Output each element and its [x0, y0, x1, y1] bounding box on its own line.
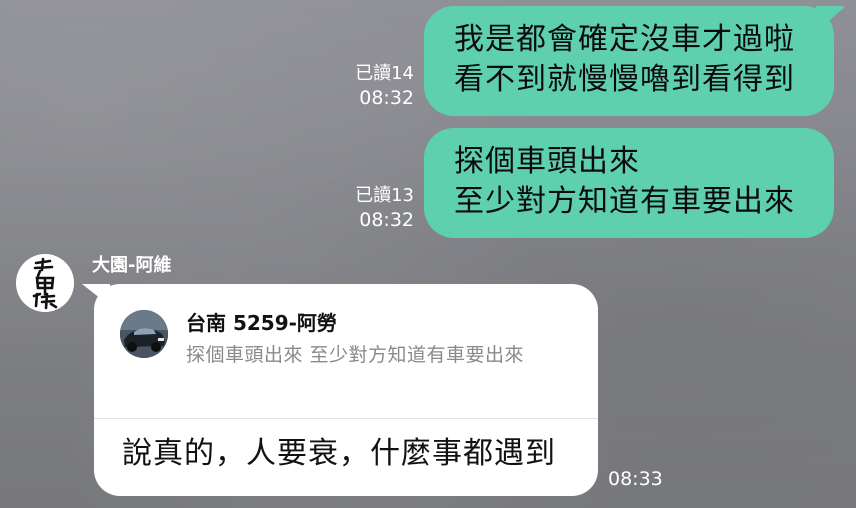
read-status: 已讀14 [355, 63, 414, 84]
reply-divider [94, 418, 598, 419]
outgoing-message-bubble[interactable]: 我是都會確定沒車才過啦 看不到就慢慢嚕到看得到 [424, 6, 834, 116]
message-meta: 已讀14 08:32 [324, 62, 414, 110]
message-time: 08:32 [359, 209, 414, 231]
reply-preview-text: 探個車頭出來 至少對方知道有車要出來 [186, 344, 525, 366]
message-meta: 已讀13 08:32 [324, 184, 414, 232]
message-text: 說真的，人要衰，什麼事都遇到 [122, 436, 556, 471]
message-line: 看不到就慢慢嚕到看得到 [454, 62, 795, 97]
message-line: 我是都會確定沒車才過啦 [454, 22, 795, 57]
calligraphy-avatar-icon[interactable] [16, 254, 74, 312]
car-photo-icon [120, 310, 168, 358]
read-status: 已讀13 [355, 185, 414, 206]
outgoing-message-bubble[interactable]: 探個車頭出來 至少對方知道有車要出來 [424, 128, 834, 238]
sender-name: 大園-阿維 [92, 255, 172, 276]
message-line: 探個車頭出來 [454, 144, 640, 179]
reply-sender-name: 台南 5259-阿勞 [186, 311, 337, 335]
message-line: 至少對方知道有車要出來 [454, 184, 795, 219]
message-time: 08:32 [359, 87, 414, 109]
incoming-message-bubble[interactable]: 台南 5259-阿勞 探個車頭出來 至少對方知道有車要出來 說真的，人要衰，什麼… [94, 284, 598, 496]
message-time: 08:33 [608, 468, 663, 490]
